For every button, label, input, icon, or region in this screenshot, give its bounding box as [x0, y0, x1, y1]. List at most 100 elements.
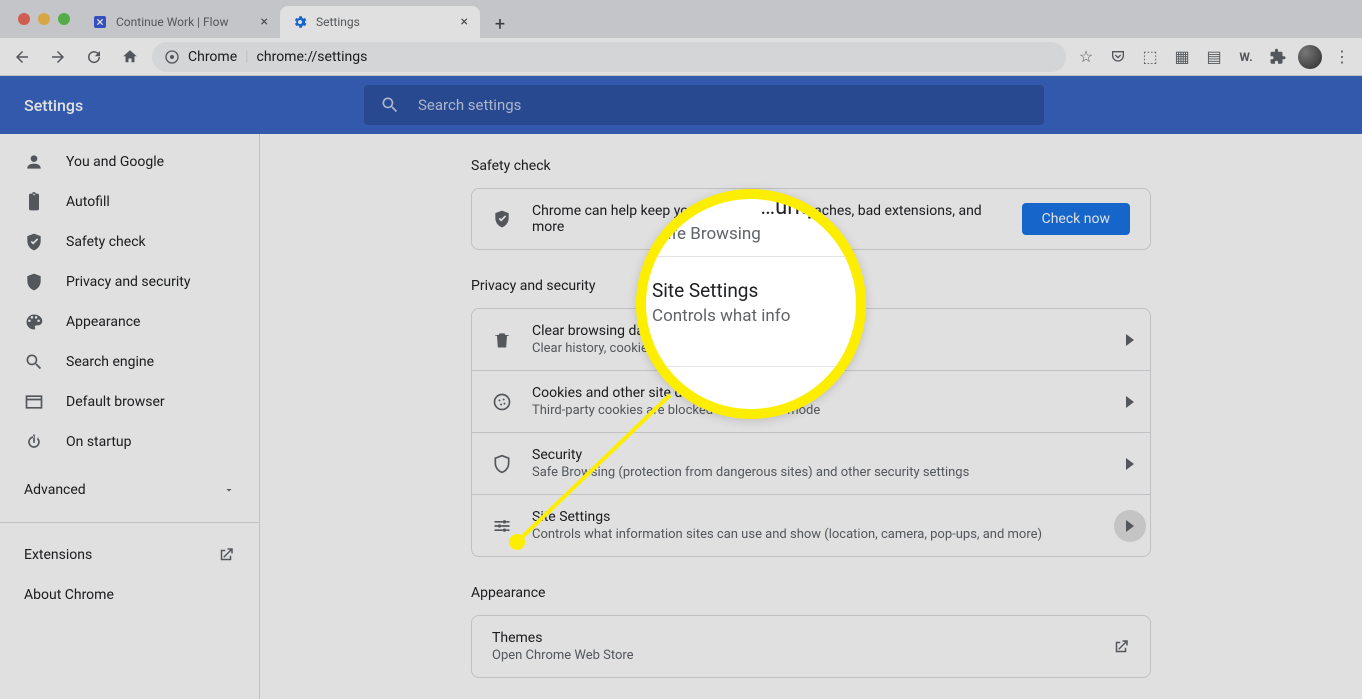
omnibox-label: Chrome	[188, 49, 237, 65]
profile-avatar[interactable]	[1298, 45, 1322, 69]
sidebar-item-default-browser[interactable]: Default browser	[0, 382, 259, 422]
section-heading-privacy: Privacy and security	[471, 278, 1151, 294]
trash-icon	[492, 330, 512, 350]
kebab-menu-icon[interactable]: ⋮	[1330, 45, 1354, 69]
sidebar-item-label: Appearance	[66, 314, 140, 330]
pocket-icon[interactable]	[1106, 45, 1130, 69]
sidebar-extensions-link[interactable]: Extensions	[0, 535, 259, 575]
chevron-right-icon	[1114, 510, 1146, 542]
shield-icon	[492, 454, 512, 474]
person-icon	[24, 152, 44, 172]
settings-header: Settings	[0, 76, 1362, 134]
section-heading-safety: Safety check	[471, 158, 1151, 174]
tab-flow[interactable]: Continue Work | Flow ×	[80, 6, 280, 38]
sidebar-item-privacy[interactable]: Privacy and security	[0, 262, 259, 302]
palette-icon	[24, 312, 44, 332]
sidebar-item-search-engine[interactable]: Search engine	[0, 342, 259, 382]
divider	[0, 522, 259, 523]
shield-icon	[24, 272, 44, 292]
new-tab-button[interactable]: +	[486, 10, 514, 38]
row-subtitle: Third-party cookies are blocked in Incog…	[532, 403, 1094, 418]
sidebar-item-appearance[interactable]: Appearance	[0, 302, 259, 342]
bookmark-star-icon[interactable]: ☆	[1074, 45, 1098, 69]
external-link-icon	[1112, 638, 1130, 656]
row-title: Security	[532, 447, 1094, 463]
tab-settings[interactable]: Settings ×	[280, 6, 480, 38]
reload-button[interactable]	[80, 43, 108, 71]
forward-button[interactable]	[44, 43, 72, 71]
row-subtitle: Controls what information sites can use …	[532, 527, 1094, 542]
row-title: Cookies and other site data	[532, 385, 1094, 401]
row-subtitle: Safe Browsing (protection from dangerous…	[532, 465, 1094, 480]
sidebar-item-label: Extensions	[24, 547, 92, 563]
search-input[interactable]	[416, 95, 1028, 115]
omnibox-url: chrome://settings	[257, 49, 368, 65]
row-clear-browsing-data[interactable]: Clear browsing data Clear history, cookie…	[472, 309, 1150, 370]
search-settings[interactable]	[364, 85, 1044, 125]
extension-icon[interactable]: ▦	[1170, 45, 1194, 69]
chevron-down-icon	[223, 484, 235, 496]
favicon-icon	[92, 14, 108, 30]
settings-content: Safety check Chrome can help keep you sa…	[260, 134, 1362, 699]
sidebar-item-you-and-google[interactable]: You and Google	[0, 142, 259, 182]
row-subtitle: Open Chrome Web Store	[492, 648, 1092, 663]
sidebar-item-label: On startup	[66, 434, 132, 450]
sidebar-item-safety-check[interactable]: Safety check	[0, 222, 259, 262]
power-icon	[24, 432, 44, 452]
shield-check-icon	[492, 209, 512, 229]
sidebar-about-link[interactable]: About Chrome	[0, 575, 259, 615]
external-link-icon	[217, 546, 235, 564]
sidebar-item-on-startup[interactable]: On startup	[0, 422, 259, 462]
back-button[interactable]	[8, 43, 36, 71]
sidebar-item-label: Search engine	[66, 354, 154, 370]
row-cookies[interactable]: Cookies and other site data Third-party c…	[472, 370, 1150, 432]
search-icon	[380, 95, 400, 115]
extension-icon[interactable]: ⬚	[1138, 45, 1162, 69]
extension-icon[interactable]: ▤	[1202, 45, 1226, 69]
row-title: Site Settings	[532, 509, 1094, 525]
chevron-right-icon	[1114, 448, 1146, 480]
sidebar-item-label: Default browser	[66, 394, 165, 410]
tune-icon	[492, 516, 512, 536]
sidebar-item-label: Autofill	[66, 194, 110, 210]
row-subtitle: Clear history, cookies, cache, and more	[532, 341, 1094, 356]
sidebar-item-label: Advanced	[24, 482, 86, 498]
tab-title: Settings	[316, 15, 453, 29]
check-now-button[interactable]: Check now	[1022, 203, 1130, 235]
sidebar-item-autofill[interactable]: Autofill	[0, 182, 259, 222]
minimize-window-icon[interactable]	[38, 13, 50, 25]
extensions-puzzle-icon[interactable]	[1266, 45, 1290, 69]
safety-check-card: Chrome can help keep you safe from data …	[471, 188, 1151, 250]
row-title: Clear browsing data	[532, 323, 1094, 339]
tab-title: Continue Work | Flow	[116, 15, 253, 29]
search-icon	[24, 352, 44, 372]
gear-icon	[292, 14, 308, 30]
cookie-icon	[492, 392, 512, 412]
address-bar[interactable]: Chrome | chrome://settings	[152, 42, 1066, 72]
sidebar-item-label: About Chrome	[24, 587, 114, 603]
browser-toolbar: Chrome | chrome://settings ☆ ⬚ ▦ ▤ W. ⋮	[0, 38, 1362, 76]
shield-check-icon	[24, 232, 44, 252]
privacy-card: Clear browsing data Clear history, cookie…	[471, 308, 1151, 557]
close-window-icon[interactable]	[18, 13, 30, 25]
maximize-window-icon[interactable]	[58, 13, 70, 25]
row-security[interactable]: Security Safe Browsing (protection from d…	[472, 432, 1150, 494]
row-site-settings[interactable]: Site Settings Controls what information s…	[472, 494, 1150, 556]
close-tab-icon[interactable]: ×	[461, 14, 468, 30]
row-themes[interactable]: Themes Open Chrome Web Store	[472, 616, 1150, 677]
section-heading-appearance: Appearance	[471, 585, 1151, 601]
browser-icon	[24, 392, 44, 412]
page-title: Settings	[24, 96, 364, 115]
row-title: Themes	[492, 630, 1092, 646]
sidebar-advanced-toggle[interactable]: Advanced	[0, 470, 259, 510]
sidebar-item-label: Privacy and security	[66, 274, 190, 290]
sidebar-item-label: You and Google	[66, 154, 164, 170]
chevron-right-icon	[1114, 386, 1146, 418]
browser-tabstrip: Continue Work | Flow × Settings × +	[0, 0, 1362, 38]
home-button[interactable]	[116, 43, 144, 71]
appearance-card: Themes Open Chrome Web Store	[471, 615, 1151, 678]
clipboard-icon	[24, 192, 44, 212]
close-tab-icon[interactable]: ×	[261, 14, 268, 30]
extension-icon[interactable]: W.	[1234, 45, 1258, 69]
window-controls	[8, 0, 80, 38]
